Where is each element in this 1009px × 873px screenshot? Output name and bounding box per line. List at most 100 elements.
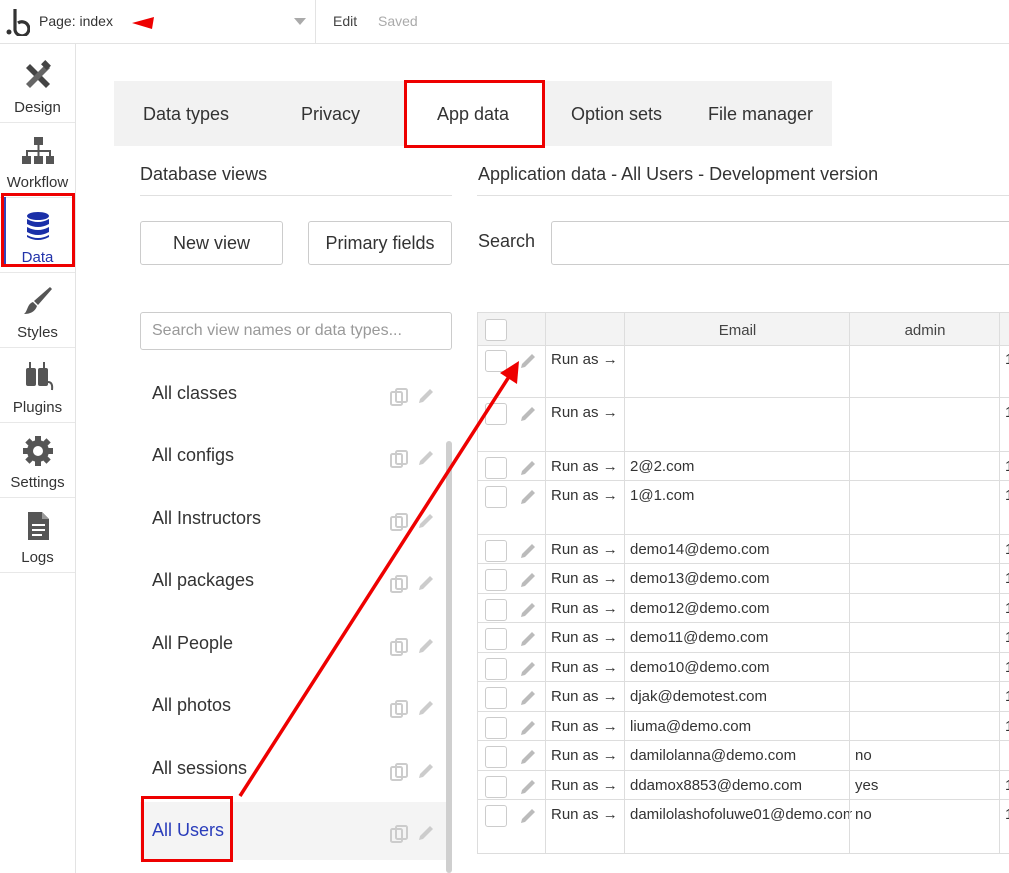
copy-icon[interactable] [389,762,409,782]
row-checkbox[interactable] [485,717,507,739]
run-as-link[interactable]: Run as → [551,487,618,504]
copy-icon[interactable] [389,449,409,469]
row-checkbox[interactable] [485,746,507,768]
table-row[interactable]: Run as → demo13@demo.com 1 [477,564,1009,594]
pencil-icon[interactable] [518,487,538,507]
copy-icon[interactable] [389,824,409,844]
pencil-icon[interactable] [518,718,538,738]
table-row[interactable]: Run as → ddamox8853@demo.com yes 1 [477,771,1009,800]
sidebar-item-styles[interactable]: Styles [0,273,75,348]
pencil-icon[interactable] [518,688,538,708]
run-as-link[interactable]: Run as → [551,351,618,368]
table-row[interactable]: Run as → demo14@demo.com 1 [477,535,1009,564]
run-as-link[interactable]: Run as → [551,458,618,475]
new-view-button[interactable]: New view [140,221,283,265]
table-row[interactable]: Run as → 1 [477,398,1009,452]
primary-fields-button[interactable]: Primary fields [308,221,452,265]
pencil-icon[interactable] [518,747,538,767]
row-checkbox[interactable] [485,350,507,372]
run-as-link[interactable]: Run as → [551,600,618,617]
pencil-icon[interactable] [518,629,538,649]
copy-icon[interactable] [389,574,409,594]
table-row[interactable]: Run as → liuma@demo.com 1 [477,712,1009,741]
row-checkbox[interactable] [485,486,507,508]
table-row[interactable]: Run as → 1@1.com 1 [477,481,1009,535]
run-as-link[interactable]: Run as → [551,777,618,794]
table-row[interactable]: Run as → demo11@demo.com 1 [477,623,1009,653]
run-as-link[interactable]: Run as → [551,747,618,764]
pencil-icon[interactable] [416,761,436,781]
page-selector[interactable]: Page: index [39,13,113,29]
pencil-icon[interactable] [518,777,538,797]
chevron-down-icon[interactable] [294,18,306,25]
sidebar-item-logs[interactable]: Logs [0,498,75,573]
view-name[interactable]: All packages [152,570,254,591]
list-item[interactable]: All classes [140,365,446,423]
row-checkbox[interactable] [485,403,507,425]
view-name[interactable]: All photos [152,695,231,716]
table-row[interactable]: Run as → damilolashofoluwe01@demo.comno 1 [477,800,1009,854]
pencil-icon[interactable] [518,541,538,561]
list-item[interactable]: All People [140,615,446,673]
pencil-icon[interactable] [416,823,436,843]
pencil-icon[interactable] [518,570,538,590]
list-item[interactable]: All packages [140,552,446,610]
row-checkbox[interactable] [485,658,507,680]
run-as-link[interactable]: Run as → [551,806,618,823]
pencil-icon[interactable] [518,458,538,478]
pencil-icon[interactable] [416,573,436,593]
edit-menu[interactable]: Edit [333,13,357,29]
search-views-input[interactable] [140,312,452,350]
column-header-next[interactable]: C [1004,322,1009,339]
copy-icon[interactable] [389,637,409,657]
row-checkbox[interactable] [485,805,507,827]
row-checkbox[interactable] [485,540,507,562]
tab-file-manager[interactable]: File manager [708,104,813,125]
list-item[interactable]: All photos [140,677,446,735]
pencil-icon[interactable] [518,351,538,371]
view-name[interactable]: All Instructors [152,508,261,529]
table-row[interactable]: Run as → 1 [477,345,1009,398]
copy-icon[interactable] [389,387,409,407]
run-as-link[interactable]: Run as → [551,718,618,735]
tab-option-sets[interactable]: Option sets [571,104,662,125]
run-as-link[interactable]: Run as → [551,570,618,587]
row-checkbox[interactable] [485,457,507,479]
sidebar-item-workflow[interactable]: Workflow [0,123,75,198]
pencil-icon[interactable] [416,386,436,406]
pencil-icon[interactable] [416,698,436,718]
pencil-icon[interactable] [518,404,538,424]
run-as-link[interactable]: Run as → [551,404,618,421]
row-checkbox[interactable] [485,687,507,709]
scrollbar[interactable] [446,441,452,873]
view-name[interactable]: All classes [152,383,237,404]
view-name[interactable]: All sessions [152,758,247,779]
run-as-link[interactable]: Run as → [551,688,618,705]
copy-icon[interactable] [389,512,409,532]
sidebar-item-design[interactable]: Design [0,48,75,123]
bubble-logo-icon[interactable] [4,6,30,36]
table-row[interactable]: Run as → demo12@demo.com 1 [477,594,1009,623]
copy-icon[interactable] [389,699,409,719]
table-row[interactable]: Run as → 2@2.com 1 [477,452,1009,481]
column-header-admin[interactable]: admin [850,322,1000,339]
table-row[interactable]: Run as → damilolanna@demo.com no [477,741,1009,771]
search-input[interactable] [551,221,1009,265]
pencil-icon[interactable] [416,636,436,656]
run-as-link[interactable]: Run as → [551,659,618,676]
select-all-checkbox[interactable] [485,319,507,341]
view-name[interactable]: All People [152,633,233,654]
view-name[interactable]: All configs [152,445,234,466]
pencil-icon[interactable] [518,806,538,826]
list-item[interactable]: All sessions [140,740,446,798]
tab-privacy[interactable]: Privacy [301,104,360,125]
run-as-link[interactable]: Run as → [551,629,618,646]
run-as-link[interactable]: Run as → [551,541,618,558]
pencil-icon[interactable] [416,511,436,531]
pencil-icon[interactable] [518,659,538,679]
table-row[interactable]: Run as → djak@demotest.com 1 [477,682,1009,712]
row-checkbox[interactable] [485,776,507,798]
row-checkbox[interactable] [485,569,507,591]
row-checkbox[interactable] [485,628,507,650]
pencil-icon[interactable] [518,600,538,620]
